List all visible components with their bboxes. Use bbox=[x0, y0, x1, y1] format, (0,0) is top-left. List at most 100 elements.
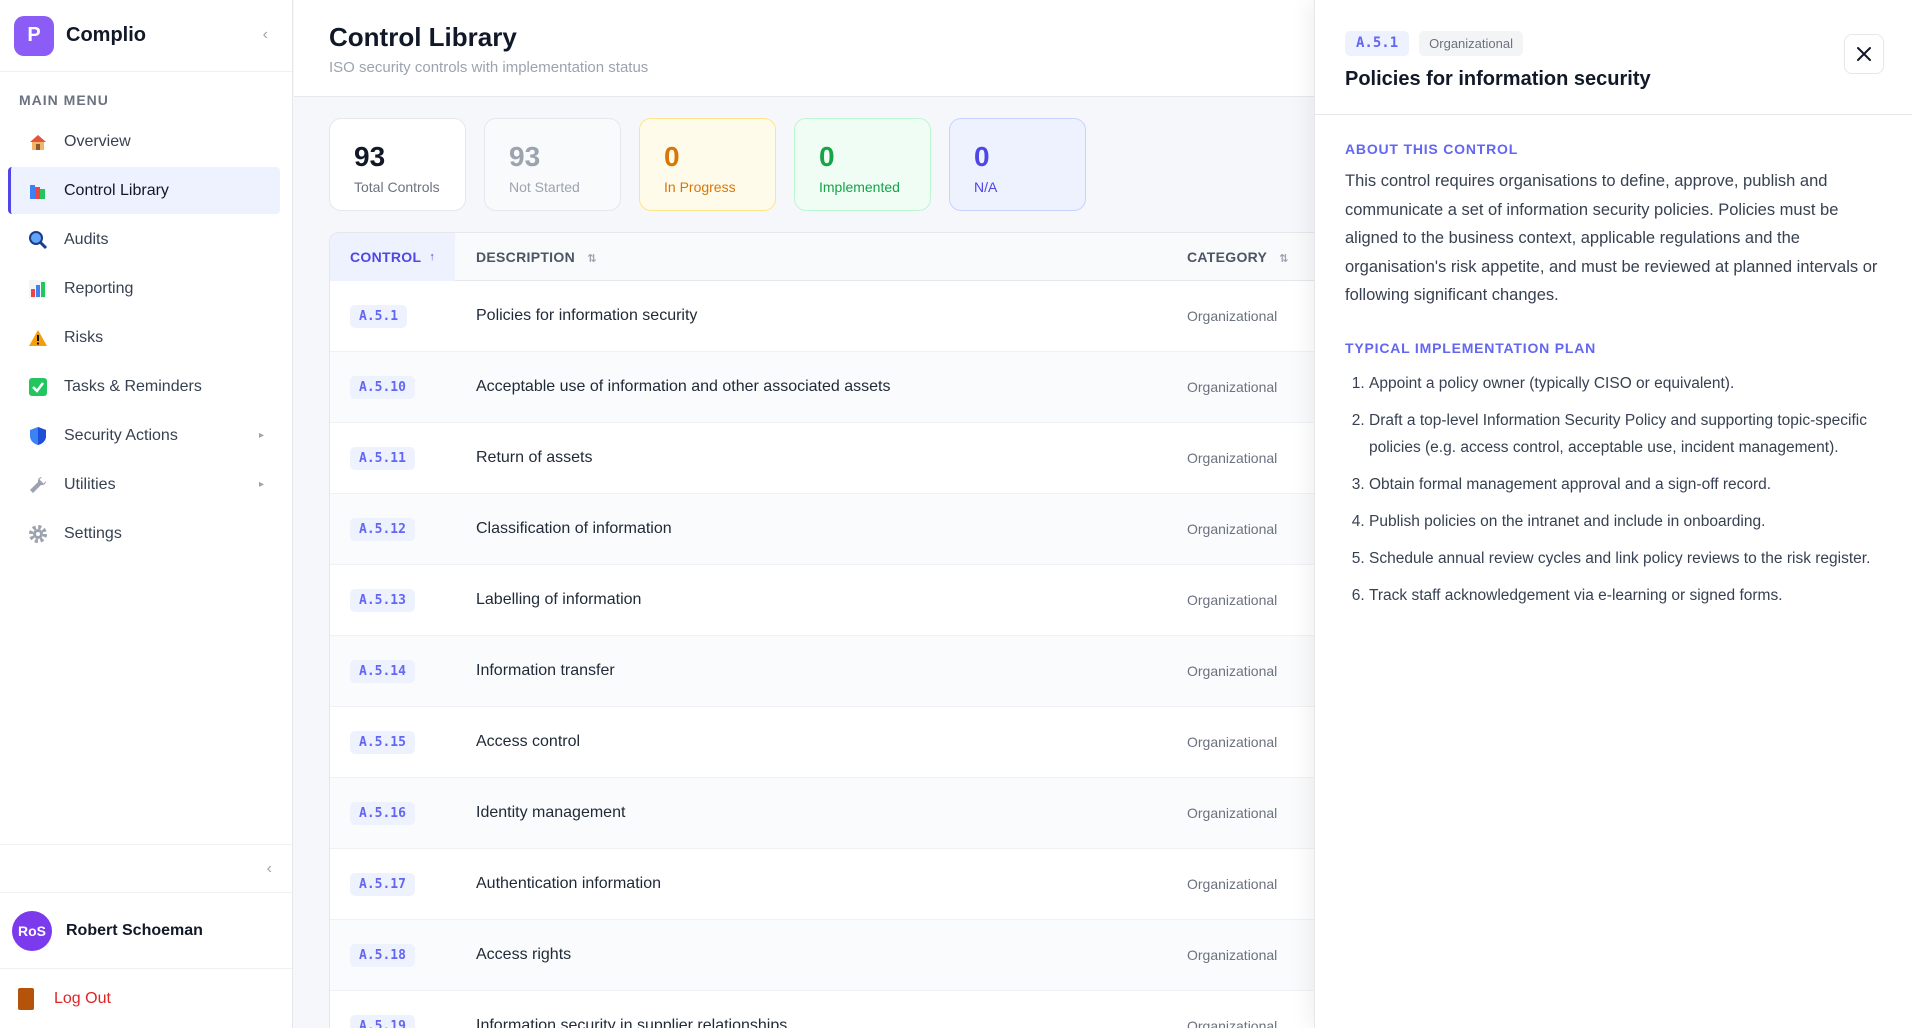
plan-step: Schedule annual review cycles and link p… bbox=[1369, 545, 1882, 572]
collapse-sidebar-icon[interactable]: ‹ bbox=[263, 26, 268, 44]
control-category: Organizational bbox=[1187, 876, 1278, 892]
page-title: Control Library bbox=[329, 22, 517, 52]
table-row[interactable]: A.5.17 Authentication information Organi… bbox=[330, 849, 1328, 920]
sidebar-item-label: Overview bbox=[64, 132, 131, 150]
sidebar-footer: ‹ RoS Robert Schoeman Log Out bbox=[0, 844, 292, 1028]
sort-icon: ⇅ bbox=[1279, 252, 1289, 265]
stat-in-progress[interactable]: 0 In Progress bbox=[639, 118, 776, 211]
control-category: Organizational bbox=[1187, 521, 1278, 537]
sidebar-item-label: Reporting bbox=[64, 279, 134, 297]
table-header: CONTROL ↑ DESCRIPTION ⇅ CATEGORY ⇅ bbox=[330, 233, 1328, 281]
stat-value: 93 bbox=[354, 141, 386, 172]
books-icon bbox=[26, 179, 50, 203]
table-row[interactable]: A.5.1 Policies for information security … bbox=[330, 281, 1328, 352]
control-description: Acceptable use of information and other … bbox=[476, 378, 891, 395]
control-code-badge: A.5.11 bbox=[350, 446, 415, 470]
sidebar-item-audits[interactable]: Audits bbox=[8, 216, 280, 263]
user-name: Robert Schoeman bbox=[66, 921, 203, 939]
plan-step: Publish policies on the intranet and inc… bbox=[1369, 508, 1882, 535]
column-header-category[interactable]: CATEGORY ⇅ bbox=[1187, 249, 1289, 265]
logout-button[interactable]: Log Out bbox=[0, 968, 292, 1028]
stat-label: In Progress bbox=[664, 179, 736, 195]
about-text: This control requires organisations to d… bbox=[1345, 172, 1878, 304]
menu-title: MAIN MENU bbox=[19, 92, 109, 108]
brand-logo: P bbox=[14, 15, 54, 56]
sidebar-item-security-actions[interactable]: Security Actions ▸ bbox=[8, 412, 280, 459]
plan-step: Appoint a policy owner (typically CISO o… bbox=[1369, 370, 1882, 397]
door-icon bbox=[18, 987, 34, 1010]
column-label: DESCRIPTION bbox=[476, 248, 575, 265]
drawer-title: Policies for information security bbox=[1345, 68, 1651, 90]
wrench-icon bbox=[26, 473, 50, 497]
control-code-badge: A.5.12 bbox=[350, 517, 415, 541]
sidebar-item-reporting[interactable]: Reporting bbox=[8, 265, 280, 312]
control-description: Information security in supplier relatio… bbox=[476, 1017, 788, 1028]
stat-na[interactable]: 0 N/A bbox=[949, 118, 1086, 211]
control-category: Organizational bbox=[1187, 308, 1278, 324]
control-category: Organizational bbox=[1187, 379, 1278, 395]
control-description: Policies for information security bbox=[476, 307, 698, 324]
main-content: Control Library ISO security controls wi… bbox=[294, 0, 1329, 1028]
control-category: Organizational bbox=[1187, 663, 1278, 679]
column-header-description[interactable]: DESCRIPTION ⇅ bbox=[455, 249, 1187, 265]
stat-total-controls[interactable]: 93 Total Controls bbox=[329, 118, 466, 211]
control-description: Access control bbox=[476, 733, 581, 750]
drawer-header: A.5.1 Organizational Policies for inform… bbox=[1315, 0, 1912, 115]
table-row[interactable]: A.5.15 Access control Organizational bbox=[330, 707, 1328, 778]
control-description: Classification of information bbox=[476, 520, 672, 537]
control-code-badge: A.5.14 bbox=[350, 659, 415, 683]
column-header-control[interactable]: CONTROL ↑ bbox=[330, 233, 455, 281]
stat-value: 0 bbox=[974, 141, 990, 172]
control-category: Organizational bbox=[1187, 947, 1278, 963]
table-row[interactable]: A.5.18 Access rights Organizational bbox=[330, 920, 1328, 991]
plan-section-title: TYPICAL IMPLEMENTATION PLAN bbox=[1345, 339, 1597, 356]
close-drawer-button[interactable] bbox=[1844, 34, 1884, 74]
control-category: Organizational bbox=[1187, 805, 1278, 821]
stat-not-started[interactable]: 93 Not Started bbox=[484, 118, 621, 211]
bar-chart-icon bbox=[26, 277, 50, 301]
column-label: CATEGORY bbox=[1187, 248, 1267, 265]
control-category: Organizational bbox=[1187, 1018, 1278, 1028]
table-row[interactable]: A.5.16 Identity management Organizationa… bbox=[330, 778, 1328, 849]
sidebar-item-utilities[interactable]: Utilities ▸ bbox=[8, 461, 280, 508]
drawer-badges: A.5.1 Organizational bbox=[1345, 31, 1882, 56]
drawer-body: ABOUT THIS CONTROL This control requires… bbox=[1315, 115, 1912, 645]
table-row[interactable]: A.5.11 Return of assets Organizational bbox=[330, 423, 1328, 494]
collapse-sidebar-bottom-icon[interactable]: ‹ bbox=[0, 844, 292, 892]
brand[interactable]: P Complio bbox=[0, 0, 292, 72]
sidebar-item-tasks[interactable]: Tasks & Reminders bbox=[8, 363, 280, 410]
sort-icon: ⇅ bbox=[587, 252, 597, 265]
category-badge: Organizational bbox=[1419, 31, 1523, 56]
control-code-badge: A.5.18 bbox=[350, 943, 415, 967]
sidebar-item-control-library[interactable]: Control Library bbox=[8, 167, 280, 214]
table-row[interactable]: A.5.19 Information security in supplier … bbox=[330, 991, 1328, 1028]
gear-icon bbox=[26, 522, 50, 546]
checkbox-icon bbox=[26, 375, 50, 399]
magnifier-icon bbox=[26, 228, 50, 252]
sidebar-item-label: Audits bbox=[64, 230, 109, 248]
chevron-right-icon: ▸ bbox=[258, 479, 264, 490]
controls-table: CONTROL ↑ DESCRIPTION ⇅ CATEGORY ⇅ A.5.1… bbox=[329, 232, 1329, 1028]
sidebar: P Complio ‹ MAIN MENU Overview Control L… bbox=[0, 0, 293, 1028]
control-description: Return of assets bbox=[476, 449, 593, 466]
stat-value: 93 bbox=[509, 141, 541, 172]
table-row[interactable]: A.5.13 Labelling of information Organiza… bbox=[330, 565, 1328, 636]
sidebar-item-label: Tasks & Reminders bbox=[64, 377, 202, 395]
table-row[interactable]: A.5.10 Acceptable use of information and… bbox=[330, 352, 1328, 423]
stat-implemented[interactable]: 0 Implemented bbox=[794, 118, 931, 211]
table-body: A.5.1 Policies for information security … bbox=[330, 281, 1328, 1028]
control-category: Organizational bbox=[1187, 734, 1278, 750]
sidebar-item-overview[interactable]: Overview bbox=[8, 118, 280, 165]
control-description: Information transfer bbox=[476, 662, 615, 679]
control-description: Identity management bbox=[476, 804, 626, 821]
control-description: Access rights bbox=[476, 946, 572, 963]
sidebar-item-settings[interactable]: Settings bbox=[8, 510, 280, 557]
brand-name: Complio bbox=[66, 24, 146, 46]
table-row[interactable]: A.5.12 Classification of information Org… bbox=[330, 494, 1328, 565]
sidebar-item-label: Risks bbox=[64, 328, 104, 346]
sidebar-item-label: Settings bbox=[64, 524, 122, 542]
user-profile[interactable]: RoS Robert Schoeman bbox=[0, 892, 292, 968]
sidebar-item-risks[interactable]: Risks bbox=[8, 314, 280, 361]
table-row[interactable]: A.5.14 Information transfer Organization… bbox=[330, 636, 1328, 707]
sidebar-item-label: Security Actions bbox=[64, 426, 178, 444]
